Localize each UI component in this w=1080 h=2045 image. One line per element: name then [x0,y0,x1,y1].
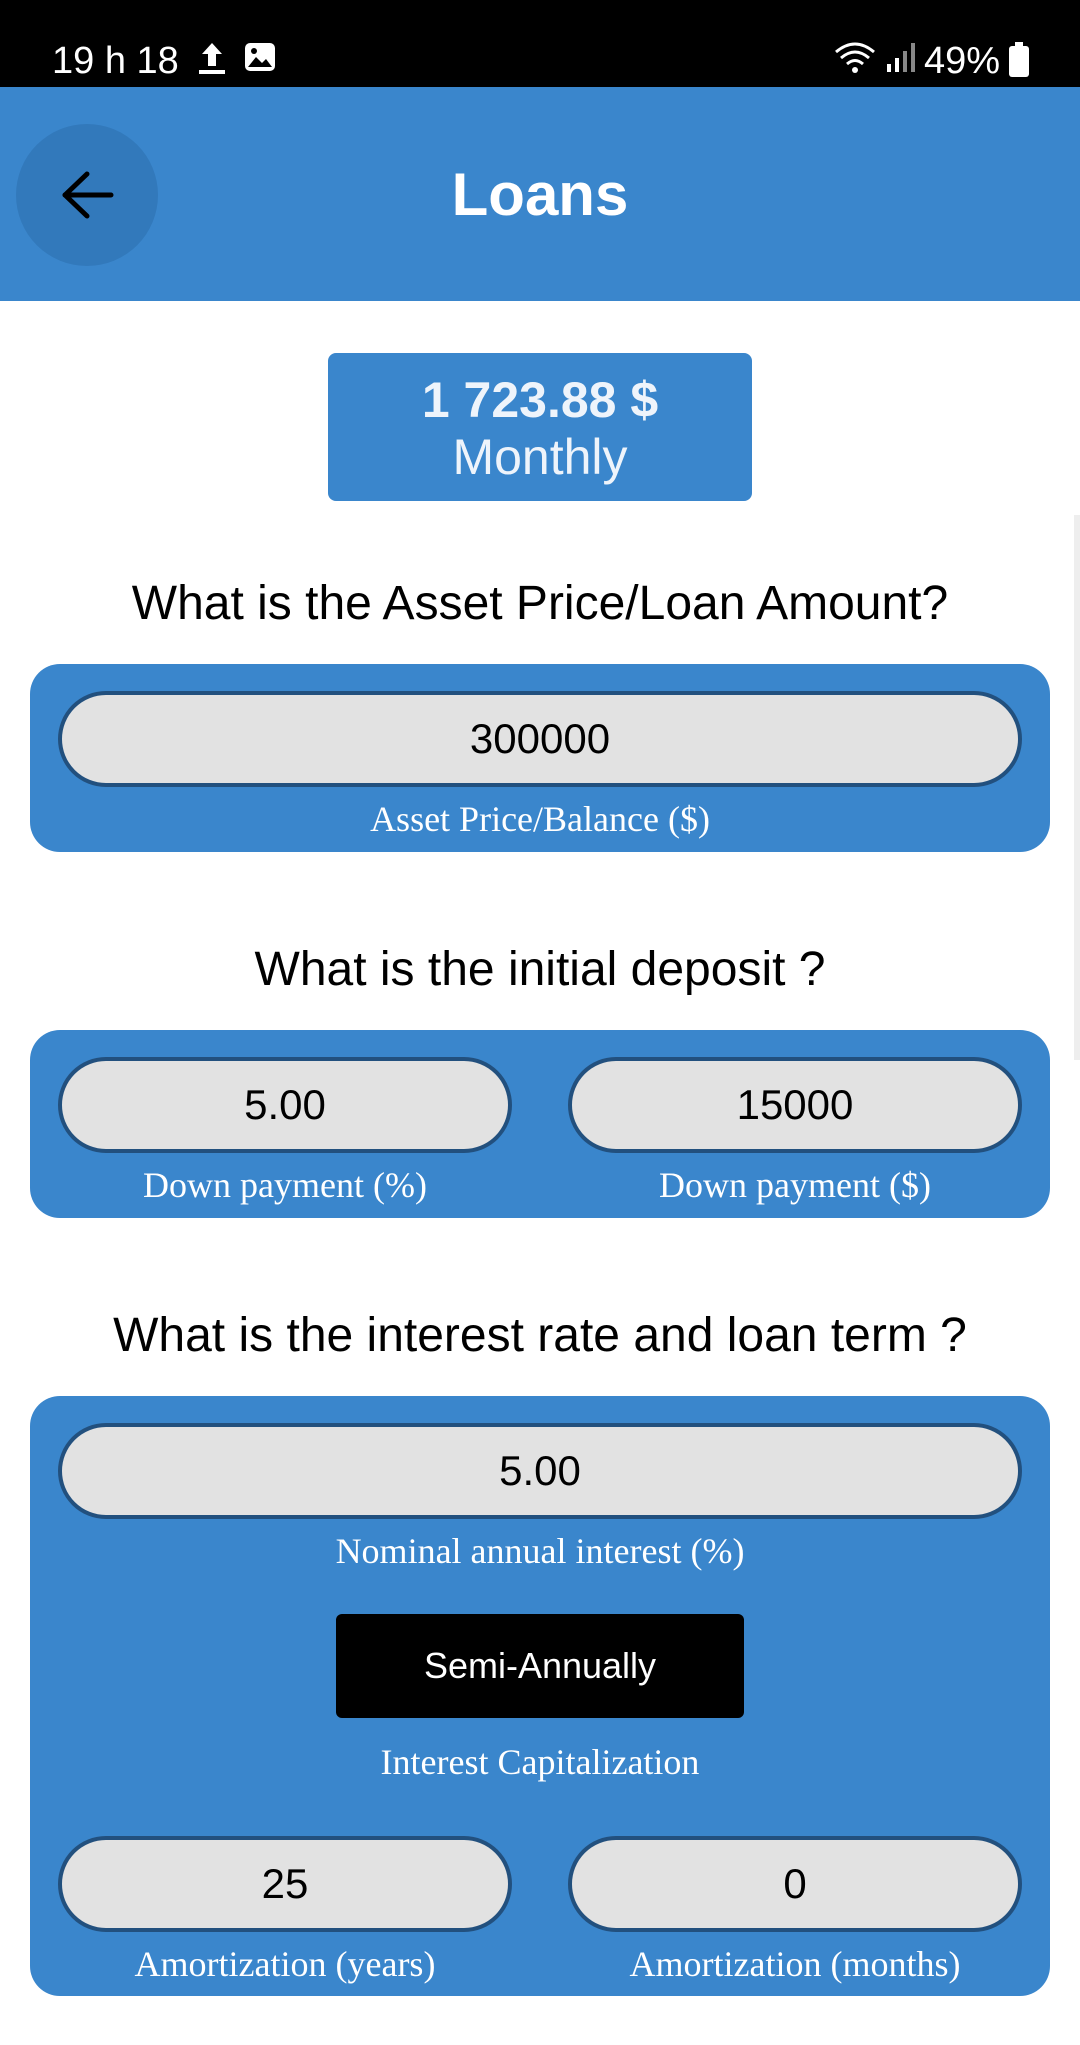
app-bar: Loans [0,87,1080,301]
page-title: Loans [451,160,629,228]
down-payment-percent-input[interactable]: 5.00 [58,1057,512,1153]
interest-rate-input[interactable]: 5.00 [58,1423,1022,1519]
asset-price-input[interactable]: 300000 [58,691,1022,787]
deposit-question: What is the initial deposit ? [254,943,826,996]
payment-period: Monthly [452,429,628,485]
amortization-years-input[interactable]: 25 [58,1836,512,1932]
wifi-icon [834,40,876,79]
deposit-panel: 5.00 Down payment (%) 15000 Down payment… [30,1030,1050,1218]
amortization-months-input[interactable]: 0 [568,1836,1022,1932]
upload-icon [196,40,228,81]
loan-amount-panel: 300000 Asset Price/Balance ($) [30,664,1050,852]
down-payment-percent-label: Down payment (%) [143,1165,427,1205]
monthly-payment-result: 1 723.88 $ Monthly [328,353,752,501]
battery-icon [1008,42,1030,83]
interest-question: What is the interest rate and loan term … [113,1309,967,1362]
interest-panel: 5.00 Nominal annual interest (%) Semi-An… [30,1396,1050,1996]
amortization-months-label: Amortization (months) [629,1944,961,1984]
capitalization-dropdown[interactable]: Semi-Annually [336,1614,744,1718]
battery-percent: 49% [923,40,1000,82]
arrow-left-icon [62,171,114,219]
interest-rate-label: Nominal annual interest (%) [335,1531,745,1571]
back-button[interactable] [16,124,158,266]
down-payment-amount-label: Down payment ($) [659,1165,931,1205]
signal-icon [886,40,920,79]
asset-price-label: Asset Price/Balance ($) [370,799,710,839]
status-bar: 19 h 18 49% [0,0,1080,87]
status-time: 19 h 18 [52,40,179,82]
loan-amount-question: What is the Asset Price/Loan Amount? [131,577,949,630]
amortization-years-label: Amortization (years) [134,1944,436,1984]
payment-amount: 1 723.88 $ [421,372,659,428]
capitalization-label: Interest Capitalization [380,1742,700,1782]
image-icon [244,40,276,79]
down-payment-amount-input[interactable]: 15000 [568,1057,1022,1153]
